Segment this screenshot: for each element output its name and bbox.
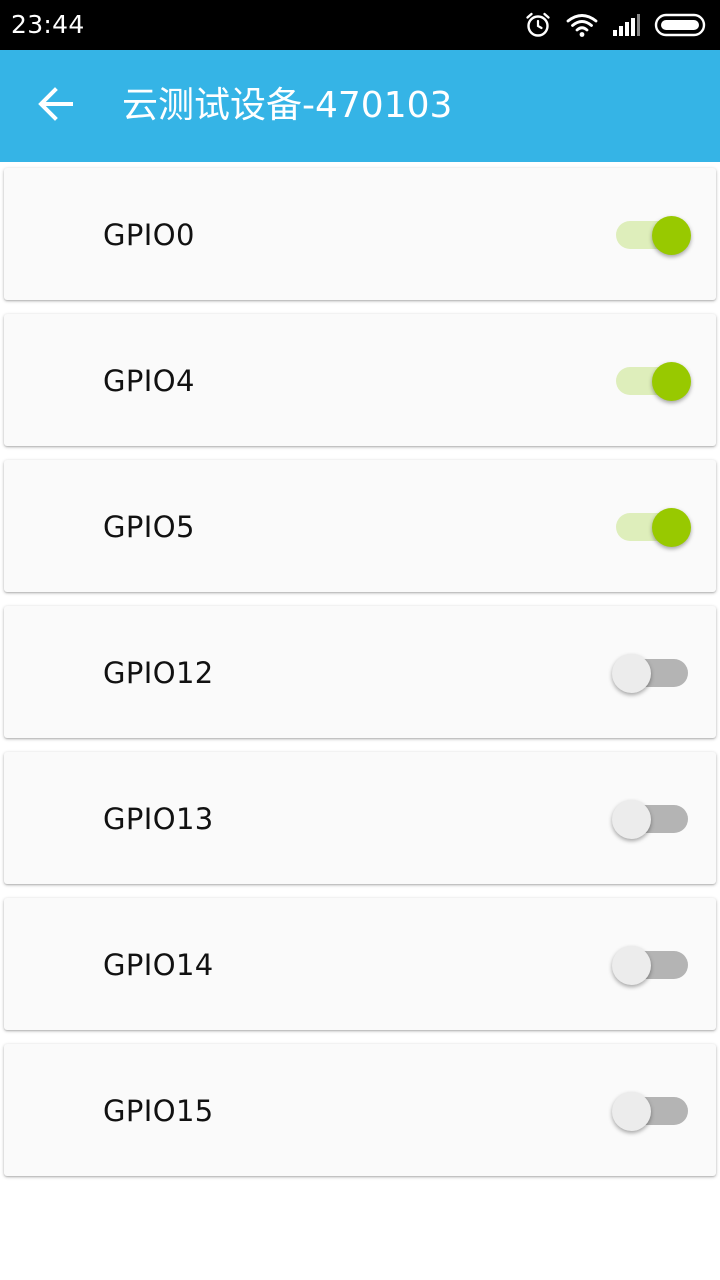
switch-thumb	[612, 1092, 651, 1131]
gpio-card: GPIO15	[4, 1044, 716, 1176]
switch-thumb	[612, 800, 651, 839]
gpio-card: GPIO4	[4, 314, 716, 446]
gpio-card: GPIO5	[4, 460, 716, 592]
back-button[interactable]	[26, 78, 86, 134]
gpio-label: GPIO4	[103, 364, 195, 398]
gpio-label: GPIO14	[103, 948, 214, 982]
page-title: 云测试设备-470103	[122, 85, 453, 126]
switch-thumb	[612, 654, 651, 693]
gpio-label: GPIO13	[103, 802, 214, 836]
gpio-toggle-switch[interactable]	[612, 946, 692, 985]
gpio-label: GPIO0	[103, 218, 195, 252]
gpio-card: GPIO12	[4, 606, 716, 738]
gpio-label: GPIO15	[103, 1094, 214, 1128]
app-bar: 云测试设备-470103	[0, 50, 720, 162]
gpio-label: GPIO12	[103, 656, 214, 690]
arrow-left-icon	[37, 87, 75, 125]
gpio-toggle-switch[interactable]	[612, 800, 692, 839]
gpio-toggle-switch[interactable]	[612, 654, 692, 693]
gpio-toggle-switch[interactable]	[612, 1092, 692, 1131]
wifi-icon	[566, 12, 598, 38]
switch-thumb	[652, 362, 691, 401]
alarm-icon	[524, 11, 552, 39]
gpio-toggle-switch[interactable]	[612, 508, 692, 547]
switch-thumb	[652, 216, 691, 255]
signal-icon	[612, 13, 640, 37]
gpio-card: GPIO14	[4, 898, 716, 1030]
switch-thumb	[652, 508, 691, 547]
status-icons	[524, 10, 708, 40]
switch-thumb	[612, 946, 651, 985]
gpio-card: GPIO13	[4, 752, 716, 884]
gpio-card: GPIO0	[4, 168, 716, 300]
battery-icon	[654, 12, 708, 38]
gpio-toggle-switch[interactable]	[612, 362, 692, 401]
status-bar: 23:44	[0, 0, 720, 50]
gpio-label: GPIO5	[103, 510, 195, 544]
gpio-toggle-switch[interactable]	[612, 216, 692, 255]
status-time: 23:44	[11, 10, 85, 39]
